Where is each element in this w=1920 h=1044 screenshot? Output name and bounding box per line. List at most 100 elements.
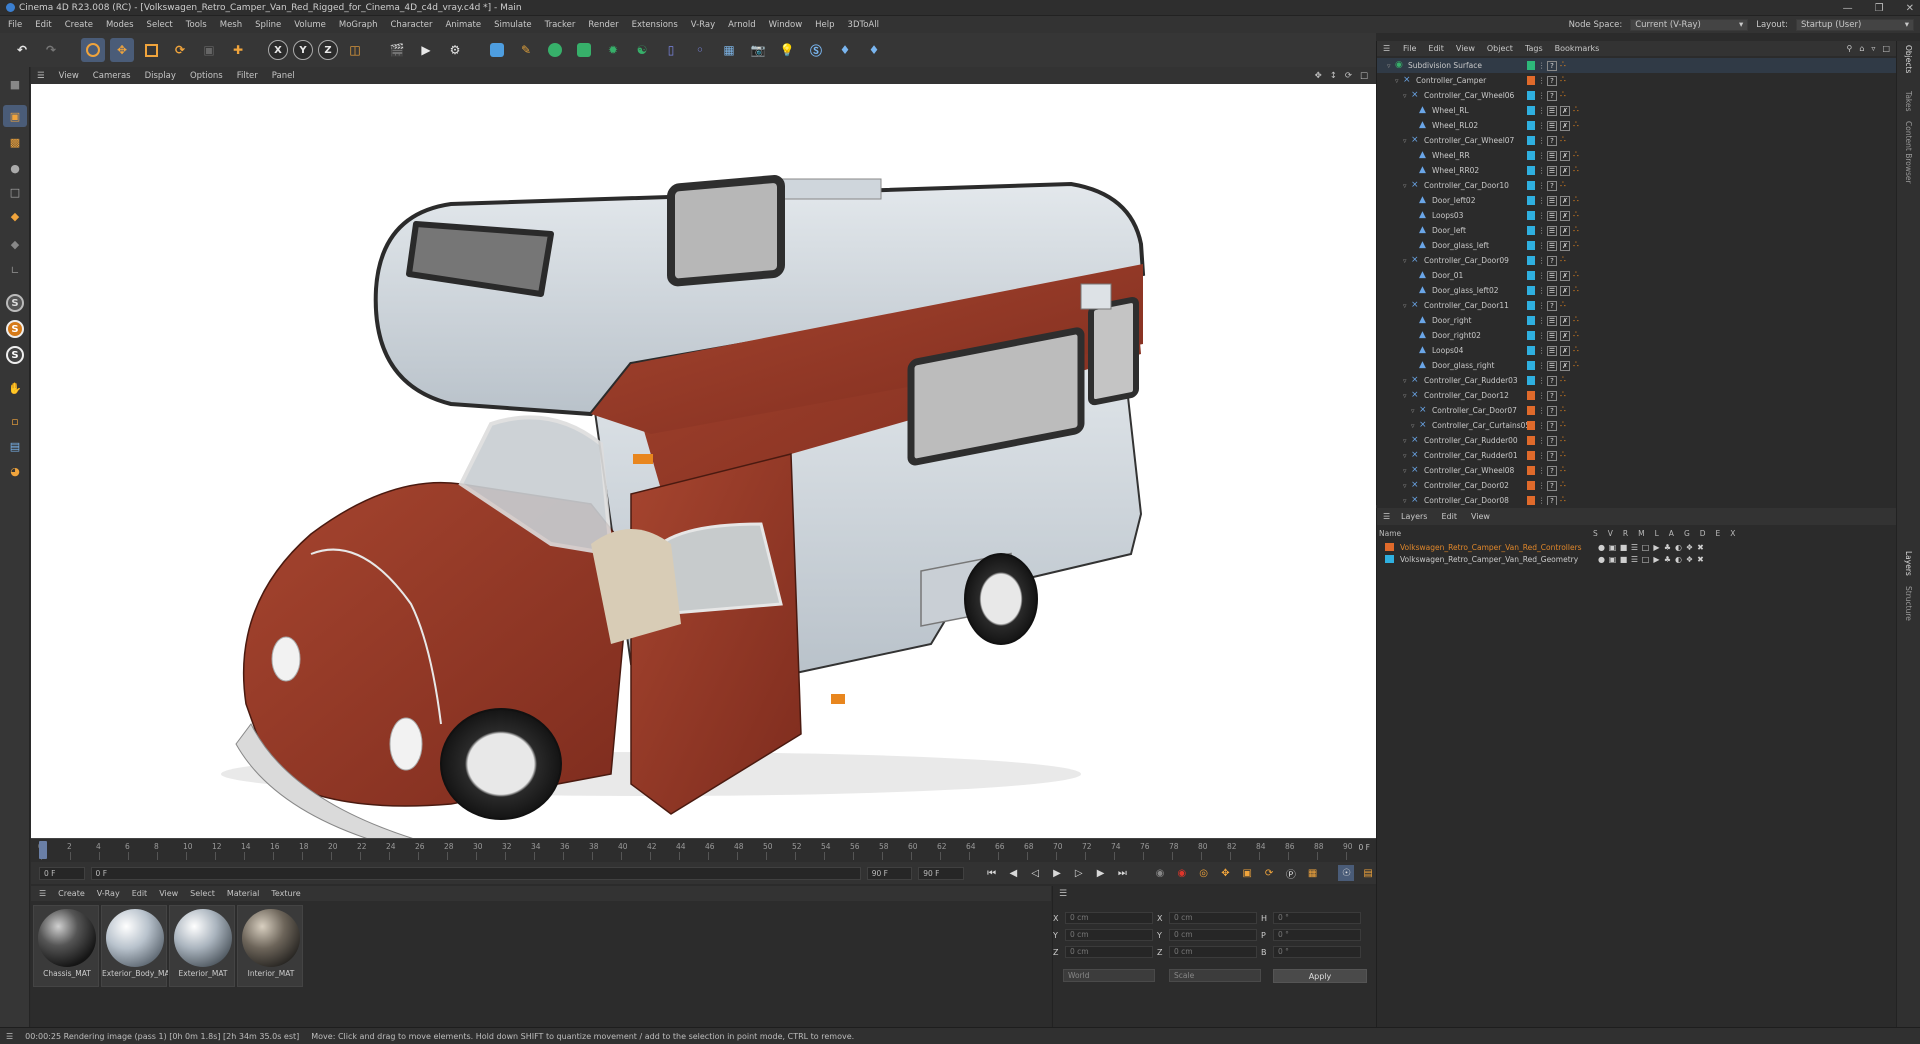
material-menu-select[interactable]: Select [190,889,215,898]
object-row[interactable]: ▲ Door_glass_right ⋮ ☰ ✗ ∴ [1377,358,1896,373]
size-x-field[interactable]: 0 cm [1169,912,1257,924]
unknown-tag-icon[interactable]: ? [1547,465,1557,476]
unknown-tag-icon[interactable]: ? [1547,375,1557,386]
layer-color-swatch[interactable] [1527,346,1535,355]
layer-color-swatch[interactable] [1527,316,1535,325]
light-icon[interactable]: 💡 [775,38,799,62]
goto-end-icon[interactable]: ⏭ [1114,865,1130,881]
menu-spline[interactable]: Spline [255,20,281,30]
material-tag-icon[interactable]: ✗ [1560,165,1570,176]
previous-frame-icon[interactable]: ◁ [1027,865,1043,881]
tab-structure[interactable]: Structure [1904,586,1913,621]
visibility-dots-icon[interactable]: ⋮ [1538,406,1546,415]
menu-tracker[interactable]: Tracker [545,20,576,30]
layer-expressions-toggle-icon[interactable]: ❖ [1684,555,1695,564]
close-icon[interactable]: ✕ [1906,3,1914,14]
layer-render-toggle-icon[interactable]: ■ [1618,543,1629,552]
mograph-icon[interactable]: ☯ [630,38,654,62]
unknown-tag-icon[interactable]: ? [1547,255,1557,266]
soft-selection-icon[interactable]: S [3,318,27,340]
layer-color-swatch[interactable] [1527,376,1535,385]
layer-color-swatch[interactable] [1385,543,1394,551]
viewport-menu-display[interactable]: Display [145,71,176,81]
material-tag-icon[interactable]: ✗ [1560,195,1570,206]
expand-arrow-icon[interactable]: ▿ [1411,407,1419,415]
phong-tag-icon[interactable]: ☰ [1547,210,1557,221]
menu-create[interactable]: Create [65,20,93,30]
point-mode-icon[interactable]: ● [3,157,27,179]
viewport-menu-filter[interactable]: Filter [237,71,258,81]
selection-tag-icon[interactable]: ∴ [1560,436,1569,445]
redo-icon[interactable]: ↷ [39,38,63,62]
visibility-dots-icon[interactable]: ⋮ [1538,256,1546,265]
phong-tag-icon[interactable]: ☰ [1547,150,1557,161]
material-tag-icon[interactable]: ✗ [1560,225,1570,236]
unknown-tag-icon[interactable]: ? [1547,75,1557,86]
objects-hamburger-icon[interactable]: ☰ [1383,44,1390,53]
menu-help[interactable]: Help [815,20,834,30]
apply-button[interactable]: Apply [1273,969,1367,983]
viewport-menu-view[interactable]: View [59,71,79,81]
layer-color-swatch[interactable] [1527,61,1535,70]
minimize-icon[interactable]: — [1843,3,1853,14]
visibility-dots-icon[interactable]: ⋮ [1538,106,1546,115]
make-editable-icon[interactable]: ■ [3,73,27,95]
expand-arrow-icon[interactable]: ▿ [1403,392,1411,400]
expand-arrow-icon[interactable]: ▿ [1403,437,1411,445]
pos-z-field[interactable]: 0 cm [1065,946,1153,958]
object-row[interactable]: ▿ ⨯ Controller_Car_Wheel06 ⋮? ∴ [1377,88,1896,103]
solo-icon[interactable]: ◕ [3,460,27,482]
viewport-hamburger-icon[interactable]: ☰ [37,71,45,81]
unknown-tag-icon[interactable]: ? [1547,450,1557,461]
layers-menu-view[interactable]: View [1471,512,1490,521]
menu-file[interactable]: File [8,20,22,30]
layers-menu-layers[interactable]: Layers [1401,512,1427,521]
layer-color-swatch[interactable] [1527,361,1535,370]
menu-select[interactable]: Select [147,20,173,30]
object-row[interactable]: ▿ ⨯ Controller_Car_Door09 ⋮? ∴ [1377,253,1896,268]
viewport-rotate-icon[interactable]: ⟳ [1345,71,1352,81]
layer-color-swatch[interactable] [1527,106,1535,115]
expand-arrow-icon[interactable]: ▿ [1403,182,1411,190]
viewport-pan-icon[interactable]: ✥ [1315,71,1322,81]
live-selection-icon[interactable] [81,38,105,62]
field-icon[interactable]: ◦ [688,38,712,62]
unknown-tag-icon[interactable]: ? [1547,405,1557,416]
selection-tag-icon[interactable]: ∴ [1560,391,1569,400]
material-tag-icon[interactable]: ✗ [1560,210,1570,221]
layer-animation-toggle-icon[interactable]: ▶ [1651,555,1662,564]
maximize-icon[interactable]: ❐ [1875,3,1884,14]
layer-color-swatch[interactable] [1527,76,1535,85]
menu-mograph[interactable]: MoGraph [339,20,378,30]
layer-generators-toggle-icon[interactable]: ♣ [1662,543,1673,552]
render-settings-icon[interactable]: ⚙ [443,38,467,62]
cloner-icon[interactable]: ✹ [601,38,625,62]
phong-tag-icon[interactable]: ☰ [1547,345,1557,356]
phong-tag-icon[interactable]: ☰ [1547,225,1557,236]
visibility-dots-icon[interactable]: ⋮ [1538,466,1546,475]
timeline-icon[interactable]: ▤ [1360,865,1376,881]
next-key-icon[interactable]: ▶ [1093,865,1109,881]
material-swatch[interactable]: Exterior_Body_MAT [101,905,168,987]
home-icon[interactable]: ⌂ [1859,44,1864,53]
python-console-icon[interactable]: ♦ [862,38,886,62]
selection-tag-icon[interactable]: ∴ [1573,211,1582,220]
visibility-dots-icon[interactable]: ⋮ [1538,181,1546,190]
layer-manager-toggle-icon[interactable]: ☰ [1629,555,1640,564]
object-row[interactable]: ▿ ⨯ Controller_Car_Door12 ⋮? ∴ [1377,388,1896,403]
coordinate-mode-select[interactable]: World [1063,969,1155,982]
layer-locked-toggle-icon[interactable]: □ [1640,543,1651,552]
object-row[interactable]: ▿ ⨯ Controller_Car_Door10 ⋮? ∴ [1377,178,1896,193]
layer-color-swatch[interactable] [1527,91,1535,100]
key-parameter-icon[interactable]: Ⓟ [1283,865,1299,881]
visibility-dots-icon[interactable]: ⋮ [1538,436,1546,445]
expand-arrow-icon[interactable]: ▿ [1403,302,1411,310]
menu-edit[interactable]: Edit [35,20,51,30]
object-row[interactable]: ▲ Door_glass_left02 ⋮ ☰ ✗ ∴ [1377,283,1896,298]
menu-mesh[interactable]: Mesh [220,20,242,30]
layer-color-swatch[interactable] [1527,226,1535,235]
menu-character[interactable]: Character [391,20,433,30]
layer-deformers-toggle-icon[interactable]: ◐ [1673,543,1684,552]
expand-arrow-icon[interactable]: ▿ [1403,257,1411,265]
snap-icon[interactable]: S [3,292,27,314]
